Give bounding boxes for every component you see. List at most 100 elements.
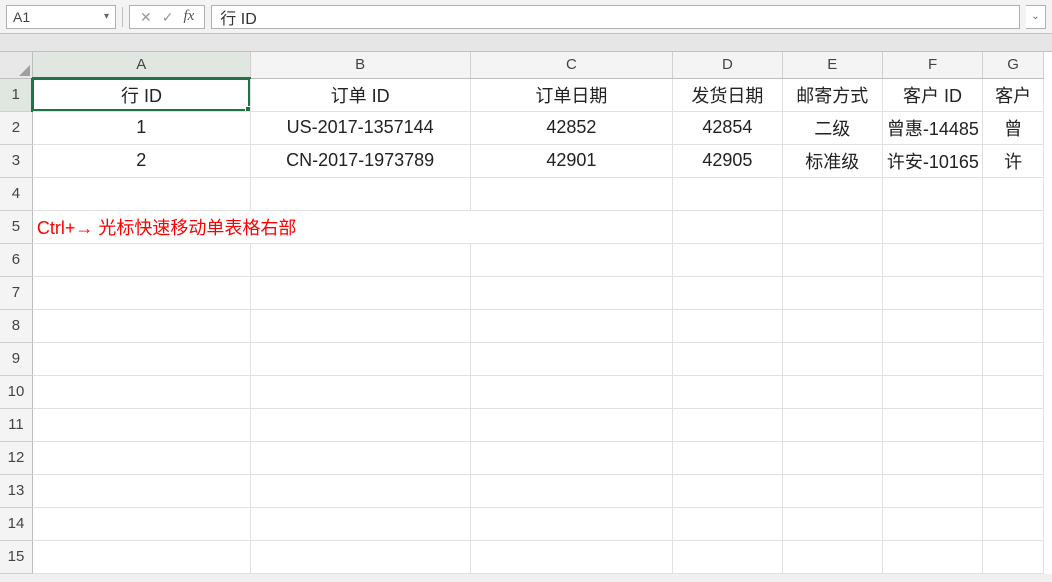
cell-A14[interactable]	[32, 507, 250, 540]
cell-D9[interactable]	[673, 342, 782, 375]
cell-A13[interactable]	[32, 474, 250, 507]
row-header-10[interactable]: 10	[0, 375, 32, 408]
fx-icon[interactable]: fx	[183, 8, 194, 25]
column-header-D[interactable]: D	[673, 52, 782, 78]
cell-G1[interactable]: 客户	[983, 78, 1044, 111]
cell-D14[interactable]	[673, 507, 782, 540]
cell-B6[interactable]	[250, 243, 470, 276]
row-header-2[interactable]: 2	[0, 111, 32, 144]
cell-G4[interactable]	[983, 177, 1044, 210]
column-header-F[interactable]: F	[882, 52, 982, 78]
cell-C8[interactable]	[470, 309, 673, 342]
cell-C12[interactable]	[470, 441, 673, 474]
row-header-13[interactable]: 13	[0, 474, 32, 507]
cell-D10[interactable]	[673, 375, 782, 408]
cell-A3[interactable]: 2	[32, 144, 250, 177]
cell-B9[interactable]	[250, 342, 470, 375]
cell-C9[interactable]	[470, 342, 673, 375]
cell-B1[interactable]: 订单 ID	[250, 78, 470, 111]
cell-A10[interactable]	[32, 375, 250, 408]
cell-F1[interactable]: 客户 ID	[882, 78, 982, 111]
row-header-12[interactable]: 12	[0, 441, 32, 474]
cell-G6[interactable]	[983, 243, 1044, 276]
cell-G2[interactable]: 曾	[983, 111, 1044, 144]
cell-E3[interactable]: 标准级	[782, 144, 882, 177]
cell-F12[interactable]	[882, 441, 982, 474]
name-box[interactable]: A1 ▾	[6, 5, 116, 29]
row-header-7[interactable]: 7	[0, 276, 32, 309]
cell-C4[interactable]	[470, 177, 673, 210]
cell-D11[interactable]	[673, 408, 782, 441]
cell-F8[interactable]	[882, 309, 982, 342]
cell-E2[interactable]: 二级	[782, 111, 882, 144]
row-header-6[interactable]: 6	[0, 243, 32, 276]
cell-B12[interactable]	[250, 441, 470, 474]
cell-A15[interactable]	[32, 540, 250, 573]
cell-E7[interactable]	[782, 276, 882, 309]
cell-F6[interactable]	[882, 243, 982, 276]
cell-F13[interactable]	[882, 474, 982, 507]
cell-A12[interactable]	[32, 441, 250, 474]
cell-B10[interactable]	[250, 375, 470, 408]
column-header-B[interactable]: B	[250, 52, 470, 78]
cell-E11[interactable]	[782, 408, 882, 441]
row-header-4[interactable]: 4	[0, 177, 32, 210]
cell-C14[interactable]	[470, 507, 673, 540]
cell-G13[interactable]	[983, 474, 1044, 507]
expand-formula-bar-button[interactable]: ⌄	[1026, 5, 1046, 29]
cell-D6[interactable]	[673, 243, 782, 276]
cell-G15[interactable]	[983, 540, 1044, 573]
cell-D3[interactable]: 42905	[673, 144, 782, 177]
cell-C3[interactable]: 42901	[470, 144, 673, 177]
column-header-C[interactable]: C	[470, 52, 673, 78]
cell-A7[interactable]	[32, 276, 250, 309]
cell-B13[interactable]	[250, 474, 470, 507]
enter-icon[interactable]: ✓	[162, 10, 174, 24]
cancel-icon[interactable]: ✕	[140, 10, 152, 24]
cell-C13[interactable]	[470, 474, 673, 507]
cell-E13[interactable]	[782, 474, 882, 507]
cell-E1[interactable]: 邮寄方式	[782, 78, 882, 111]
cell-B3[interactable]: CN-2017-1973789	[250, 144, 470, 177]
cell-E10[interactable]	[782, 375, 882, 408]
cell-D1[interactable]: 发货日期	[673, 78, 782, 111]
cell-C2[interactable]: 42852	[470, 111, 673, 144]
cell-D8[interactable]	[673, 309, 782, 342]
cell-B2[interactable]: US-2017-1357144	[250, 111, 470, 144]
cell-C15[interactable]	[470, 540, 673, 573]
cell-A6[interactable]	[32, 243, 250, 276]
cell-B7[interactable]	[250, 276, 470, 309]
cell-E6[interactable]	[782, 243, 882, 276]
formula-input[interactable]: 行 ID	[211, 5, 1020, 29]
cell-E12[interactable]	[782, 441, 882, 474]
cell-A2[interactable]: 1	[32, 111, 250, 144]
select-all-corner[interactable]	[0, 52, 32, 78]
row-header-3[interactable]: 3	[0, 144, 32, 177]
column-header-G[interactable]: G	[983, 52, 1044, 78]
cell-A9[interactable]	[32, 342, 250, 375]
cell-C11[interactable]	[470, 408, 673, 441]
cell-B15[interactable]	[250, 540, 470, 573]
cell-G10[interactable]	[983, 375, 1044, 408]
cell-G7[interactable]	[983, 276, 1044, 309]
cell-F2[interactable]: 曾惠-14485	[882, 111, 982, 144]
cell-D15[interactable]	[673, 540, 782, 573]
row-header-8[interactable]: 8	[0, 309, 32, 342]
cell-D12[interactable]	[673, 441, 782, 474]
cell-C10[interactable]	[470, 375, 673, 408]
cell-E4[interactable]	[782, 177, 882, 210]
cell-E14[interactable]	[782, 507, 882, 540]
cell-C6[interactable]	[470, 243, 673, 276]
cell-G8[interactable]	[983, 309, 1044, 342]
cell-G12[interactable]	[983, 441, 1044, 474]
column-header-A[interactable]: A	[32, 52, 250, 78]
cell-E5[interactable]	[782, 210, 882, 243]
row-header-5[interactable]: 5	[0, 210, 32, 243]
cell-F10[interactable]	[882, 375, 982, 408]
cell-A5[interactable]: Ctrl+→ 光标快速移动单表格右部	[32, 210, 672, 243]
cell-F5[interactable]	[882, 210, 982, 243]
cell-B8[interactable]	[250, 309, 470, 342]
cell-A4[interactable]	[32, 177, 250, 210]
cell-D13[interactable]	[673, 474, 782, 507]
cell-C7[interactable]	[470, 276, 673, 309]
